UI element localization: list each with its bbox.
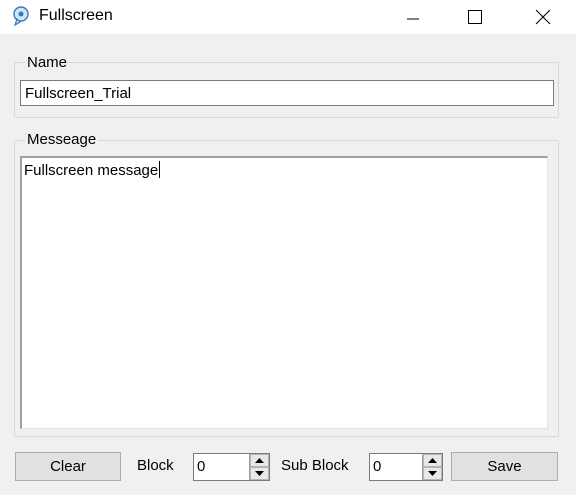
sub-block-spinner[interactable]: 0 xyxy=(369,453,443,481)
arrow-down-icon xyxy=(428,471,437,476)
block-spinner[interactable]: 0 xyxy=(193,453,270,481)
block-label: Block xyxy=(137,457,174,474)
block-spin-up-button[interactable] xyxy=(250,454,269,467)
name-group-label: Name xyxy=(25,54,70,71)
title-bar[interactable]: Fullscreen xyxy=(0,0,576,34)
arrow-up-icon xyxy=(428,458,437,463)
sub-block-value: 0 xyxy=(373,458,382,475)
block-value: 0 xyxy=(197,458,206,475)
sub-block-label: Sub Block xyxy=(281,457,349,474)
window-title: Fullscreen xyxy=(39,7,113,24)
minimize-icon xyxy=(407,18,419,20)
message-text: Fullscreen message xyxy=(24,162,159,179)
maximize-button[interactable] xyxy=(452,0,498,34)
message-group-label: Messeage xyxy=(25,131,99,148)
maximize-icon xyxy=(468,10,482,24)
block-spin-down-button[interactable] xyxy=(250,467,269,480)
name-input[interactable] xyxy=(20,80,554,106)
block-spin-buttons xyxy=(249,454,269,480)
arrow-down-icon xyxy=(255,471,264,476)
text-caret xyxy=(159,161,161,178)
arrow-up-icon xyxy=(255,458,264,463)
sub-block-spin-up-button[interactable] xyxy=(423,454,442,467)
sub-block-spin-buttons xyxy=(422,454,442,480)
clear-button[interactable]: Clear xyxy=(15,452,121,481)
save-button[interactable]: Save xyxy=(451,452,558,481)
app-icon xyxy=(10,5,32,27)
close-icon xyxy=(535,9,551,25)
sub-block-spin-down-button[interactable] xyxy=(423,467,442,480)
message-textarea[interactable]: Fullscreen message xyxy=(20,156,548,429)
close-button[interactable] xyxy=(520,0,566,34)
minimize-button[interactable] xyxy=(390,0,436,34)
